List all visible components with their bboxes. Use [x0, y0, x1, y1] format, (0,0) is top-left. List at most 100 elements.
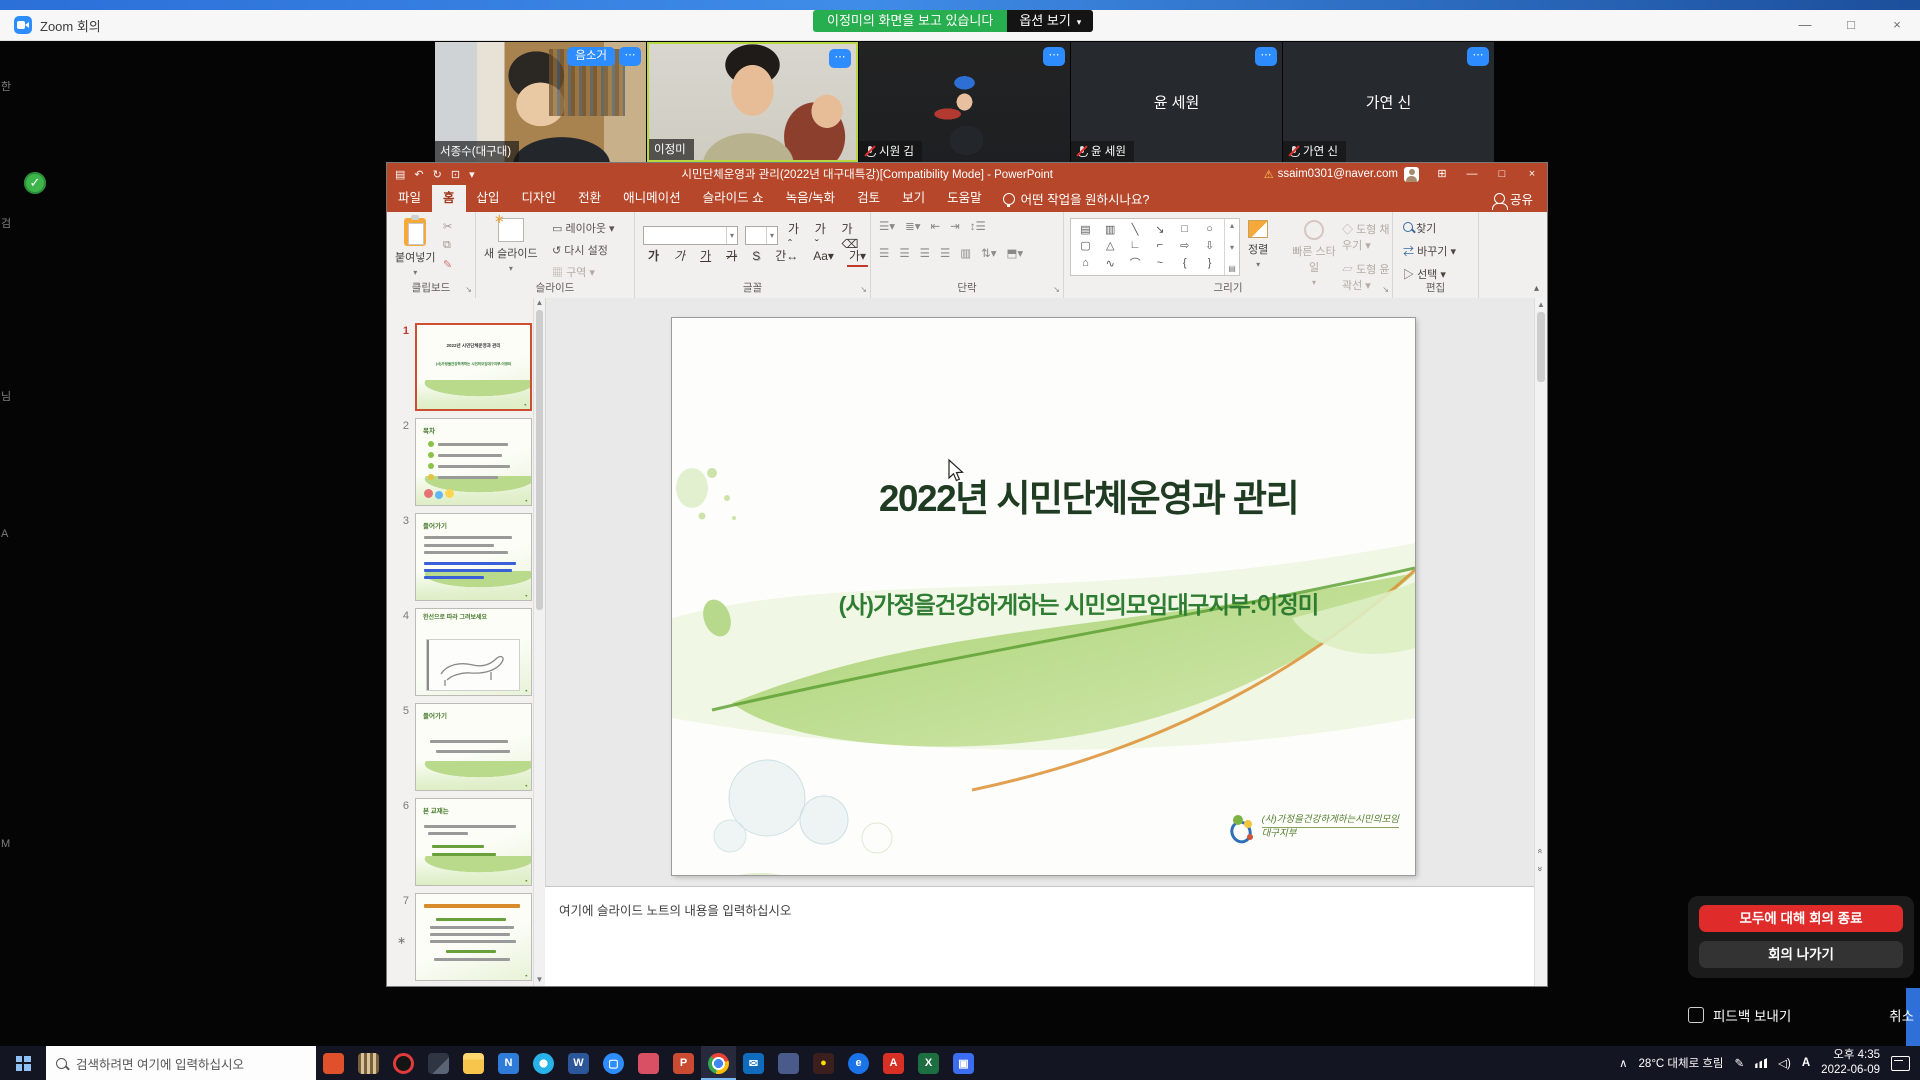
format-painter-icon[interactable]: ✎	[443, 258, 452, 271]
naver-app-icon[interactable]: N	[491, 1046, 526, 1080]
scroll-up-icon[interactable]: ▲	[534, 298, 545, 307]
view-options-button[interactable]: 옵션 보기▾	[1007, 10, 1093, 32]
font-size-combobox[interactable]: ▾	[745, 226, 778, 245]
memo-app-icon[interactable]	[421, 1046, 456, 1080]
find-button[interactable]: 찾기	[1403, 220, 1456, 236]
maximize-button[interactable]: □	[1828, 10, 1874, 40]
dialog-launcher-icon[interactable]: ↘	[1382, 285, 1389, 294]
more-options-button[interactable]: ⋯	[1255, 47, 1277, 66]
tab-home[interactable]: 홈	[432, 185, 466, 212]
notes-panel[interactable]: 여기에 슬라이드 노트의 내용을 입력하십시오	[545, 886, 1535, 986]
tab-transitions[interactable]: 전환	[567, 185, 612, 212]
copy-icon[interactable]: ⧉	[443, 239, 452, 252]
new-slide-button[interactable]: 새 슬라이드▾	[484, 218, 538, 273]
volume-icon[interactable]: ◁)	[1778, 1056, 1791, 1070]
decrease-indent-icon[interactable]: ⇤	[931, 219, 941, 233]
line-spacing-icon[interactable]: ↕☰	[970, 219, 986, 233]
right-brace-shape-icon[interactable]: }	[1208, 257, 1212, 269]
video-tile-no-video[interactable]: 가연 신 ⋯ 가연 신	[1283, 42, 1494, 162]
settings-app-icon[interactable]	[771, 1046, 806, 1080]
layout-button[interactable]: ▭ 레이아웃 ▾	[552, 220, 615, 236]
account-email[interactable]: ssaim0301@naver.com	[1278, 168, 1398, 180]
tab-insert[interactable]: 삽입	[466, 185, 511, 212]
tab-slideshow[interactable]: 슬라이드 쇼	[692, 185, 775, 212]
cancel-button[interactable]: 취소	[1889, 1005, 1914, 1025]
undo-icon[interactable]: ↶	[414, 168, 423, 181]
align-right-icon[interactable]: ☰	[920, 246, 930, 260]
paste-button[interactable]: 붙여넣기▾	[395, 218, 435, 277]
excel-app-icon[interactable]: X	[911, 1046, 946, 1080]
slide-scrollbar[interactable]: ▲ « »	[1534, 298, 1547, 986]
share-button[interactable]: 공유	[1480, 185, 1547, 212]
kakaotalk-app-icon[interactable]: ●	[806, 1046, 841, 1080]
gallery-up-icon[interactable]: ▴	[1230, 221, 1234, 230]
dialog-launcher-icon[interactable]: ↘	[465, 285, 472, 294]
dialog-launcher-icon[interactable]: ↘	[860, 285, 867, 294]
gallery-down-icon[interactable]: ▾	[1230, 243, 1234, 252]
file-explorer-icon[interactable]	[456, 1046, 491, 1080]
left-brace-shape-icon[interactable]: {	[1183, 257, 1187, 269]
action-center-icon[interactable]	[1891, 1056, 1910, 1071]
font-name-combobox[interactable]: ▾	[643, 226, 738, 245]
freeform-shape-icon[interactable]: ⌂	[1082, 257, 1089, 269]
tab-view[interactable]: 보기	[891, 185, 936, 212]
underline-icon[interactable]: 가	[697, 246, 714, 265]
quick-styles-button[interactable]: 빠른 스타일▾	[1290, 220, 1338, 287]
end-meeting-for-all-button[interactable]: 모두에 대해 회의 종료	[1699, 905, 1903, 932]
slide-canvas[interactable]: 2022년 시민단체운영과 관리 (사)가정을건강하게하는 시민의모임대구지부:…	[672, 318, 1415, 875]
network-icon[interactable]	[1755, 1058, 1767, 1068]
shape-gallery[interactable]: ▤▥ ╲↘ □○ ▢△ ∟⌐ ⇨⇩ ⌂∿ ⌒~ {} ▴ ▾ ▤	[1070, 218, 1240, 276]
ppt-restore-button[interactable]: □	[1487, 163, 1517, 185]
scrollbar-thumb[interactable]	[1537, 312, 1545, 382]
more-options-button[interactable]: ⋯	[1467, 47, 1489, 66]
text-direction-icon[interactable]: ⇅▾	[981, 246, 996, 260]
ppt-minimize-button[interactable]: —	[1457, 163, 1487, 185]
zoom-app-taskbar-icon[interactable]: ▢	[596, 1046, 631, 1080]
next-slide-icon[interactable]: »	[1536, 866, 1546, 871]
dialog-launcher-icon[interactable]: ↘	[1053, 285, 1060, 294]
video-tile[interactable]: 음소거 ⋯ 서종수(대구대)	[435, 42, 646, 162]
right-arrow-shape-icon[interactable]: ⇨	[1180, 239, 1189, 252]
italic-icon[interactable]: 가	[671, 246, 688, 265]
opera-app-icon[interactable]	[386, 1046, 421, 1080]
tab-review[interactable]: 검토	[846, 185, 891, 212]
slide-thumbnail-4[interactable]: 한선으로 따라 그려보세요 ❧	[415, 608, 532, 696]
textbox-shape-icon[interactable]: ▤	[1080, 223, 1090, 236]
archive-app-icon[interactable]	[351, 1046, 386, 1080]
columns-icon[interactable]: ▥	[960, 246, 971, 260]
character-spacing-icon[interactable]: 간↔	[772, 246, 801, 265]
customize-qat-icon[interactable]: ▾	[469, 168, 475, 181]
mail-app-icon[interactable]: ✉	[736, 1046, 771, 1080]
minimize-button[interactable]: —	[1782, 10, 1828, 40]
slide-thumbnail-1[interactable]: 2022년 시민단체운영과 관리 (사)가정을건강하게하는 시민의모임대구지부:…	[415, 323, 532, 411]
gallery-more-icon[interactable]: ▤	[1228, 264, 1236, 273]
mute-button[interactable]: 음소거	[567, 47, 615, 66]
acrobat-app-icon[interactable]: A	[876, 1046, 911, 1080]
powerpoint-app-icon[interactable]: P	[666, 1046, 701, 1080]
feedback-checkbox[interactable]	[1688, 1007, 1704, 1023]
more-options-button[interactable]: ⋯	[619, 47, 641, 66]
taskbar-clock[interactable]: 오후 4:35 2022-06-09	[1821, 1048, 1880, 1078]
tab-help[interactable]: 도움말	[936, 185, 993, 212]
font-color-icon[interactable]: 가▾	[846, 246, 869, 265]
align-center-icon[interactable]: ☰	[899, 246, 909, 260]
tell-me-box[interactable]: 어떤 작업을 원하시나요?	[993, 185, 1160, 212]
hidden-icons-chevron[interactable]: ∧	[1619, 1056, 1627, 1070]
strikethrough-icon[interactable]: 가	[723, 246, 740, 265]
arc-shape-icon[interactable]: ⌒	[1130, 255, 1141, 271]
oval-shape-icon[interactable]: ○	[1206, 223, 1213, 235]
taskbar-search-input[interactable]: 검색하려면 여기에 입력하십시오	[46, 1046, 316, 1080]
redo-icon[interactable]: ↻	[433, 168, 442, 181]
slideshow-icon[interactable]: ⊡	[451, 168, 460, 181]
remote-app-icon[interactable]	[631, 1046, 666, 1080]
word-app-icon[interactable]: W	[561, 1046, 596, 1080]
weather-status[interactable]: 28°C 대체로 흐림	[1639, 1055, 1724, 1071]
shape-fill-button[interactable]: ◇ 도형 채우기 ▾	[1342, 221, 1392, 253]
scroll-down-icon[interactable]: ▼	[534, 975, 545, 984]
start-button[interactable]	[0, 1046, 46, 1080]
ppt-close-button[interactable]: ×	[1517, 163, 1547, 185]
scribble-shape-icon[interactable]: ∿	[1106, 257, 1115, 270]
camera-app-icon[interactable]: ▣	[946, 1046, 981, 1080]
scroll-up-icon[interactable]: ▲	[1535, 300, 1547, 309]
triangle-shape-icon[interactable]: △	[1106, 239, 1114, 252]
